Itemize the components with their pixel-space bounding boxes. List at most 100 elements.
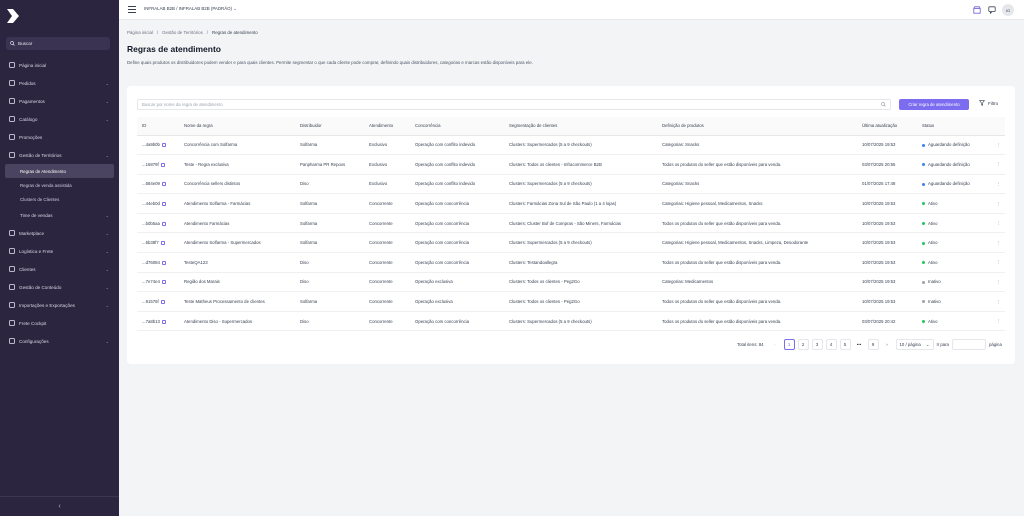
table-row[interactable]: ...16879f Teste - Regra exclusiva Panpharm… <box>137 154 1005 175</box>
copy-icon[interactable] <box>160 162 165 167</box>
org-selector[interactable]: INFRALAB B2B / INFRALAB B2B (PADRÃO) ⌄ <box>144 6 237 12</box>
table-cell: Clusters: Todos os clientes - Peg2Go <box>504 272 657 293</box>
sidebar-item[interactable]: Frete Cockpit <box>0 314 119 332</box>
table-row[interactable]: ...7e74e4 Região dos Marais Diso Concorrent… <box>137 272 1005 293</box>
page-size-select[interactable]: 10 / página ⌄ <box>895 339 934 350</box>
column-header: Definição de produtos <box>657 117 857 136</box>
breadcrumb-territorios[interactable]: Gestão de Territórios <box>162 30 203 35</box>
next-page-button[interactable]: › <box>882 339 893 350</box>
sidebar-item[interactable]: Marketplace ⌄ <box>0 224 119 242</box>
table-search-input[interactable]: Buscar por nome da regra de atendimento <box>137 99 891 110</box>
table-cell: ...16879f <box>137 154 179 175</box>
table-row[interactable]: ...7a8b13 Atendimento Diso - Supermercado… <box>137 311 1005 332</box>
rule-id: ...5b38f7 <box>142 240 159 246</box>
table-row[interactable]: ...5b38f7 Atendimento Solfarma - Supermer… <box>137 232 1005 254</box>
chat-icon[interactable] <box>987 6 996 15</box>
sidebar-item[interactable]: Página inicial <box>0 56 119 74</box>
table-row[interactable]: ...584e09 Concorrência sellers distintos D… <box>137 174 1005 195</box>
table-cell: Solfarma <box>295 291 364 312</box>
menu-icon[interactable] <box>128 6 136 13</box>
table-cell: Todos os produtos do seller que estão di… <box>657 252 857 273</box>
copy-icon[interactable] <box>161 201 166 206</box>
avatar[interactable]: IG <box>1002 4 1014 16</box>
copy-icon[interactable] <box>160 241 165 246</box>
more-options-button[interactable]: ⋮ <box>987 291 1005 312</box>
chevron-down-icon: ⌄ <box>105 303 109 308</box>
sidebar-item[interactable]: Gestão de Conteúdo ⌄ <box>0 278 119 296</box>
more-options-button[interactable]: ⋮ <box>987 272 1005 293</box>
more-options-button[interactable]: ⋮ <box>987 232 1005 254</box>
page-button[interactable]: 5 <box>839 339 851 350</box>
store-icon[interactable] <box>972 6 981 15</box>
copy-icon[interactable] <box>160 299 165 304</box>
sidebar-item[interactable]: Pedidos ⌄ <box>0 74 119 92</box>
total-items: Total itens: 84 <box>737 342 764 347</box>
table-cell: 10/07/2025 19:53 <box>857 135 917 156</box>
sidebar-item[interactable]: Clientes ⌄ <box>0 260 119 278</box>
more-options-button[interactable]: ⋮ <box>987 252 1005 273</box>
sidebar-item[interactable]: Configurações ⌄ <box>0 332 119 350</box>
home-icon <box>9 62 15 68</box>
more-options-button[interactable]: ⋮ <box>987 154 1005 175</box>
filter-button[interactable]: Filtro <box>979 100 998 106</box>
status-dot <box>922 222 925 226</box>
breadcrumb-home[interactable]: Página inicial <box>127 30 153 35</box>
sidebar-item[interactable]: Gestão de Territórios ⌄ <box>0 146 119 164</box>
sidebar-item[interactable]: Pagamentos ⌄ <box>0 92 119 110</box>
sidebar-item[interactable]: Time de vendas ⌄ <box>0 206 119 224</box>
goto-page-input[interactable] <box>951 339 986 350</box>
page-button[interactable]: 4 <box>825 339 837 350</box>
sidebar-item[interactable]: Catálogo ⌄ <box>0 110 119 128</box>
sidebar-item-icon <box>9 284 15 290</box>
chevron-down-icon: ⌄ <box>105 339 109 344</box>
table-cell: Clusters: Farmácias Zona Sul de São Paul… <box>504 193 657 214</box>
copy-icon[interactable] <box>161 319 166 324</box>
sidebar-item-label: Pedidos <box>19 80 36 86</box>
sidebar-subitem[interactable]: Regras de venda assistida <box>0 178 119 192</box>
sidebar-item[interactable]: Importações e Exportações ⌄ <box>0 296 119 314</box>
copy-icon[interactable] <box>161 221 166 226</box>
table-cell: Inativo <box>917 291 987 312</box>
column-header: Segmentação de clientes <box>504 117 657 136</box>
table-cell: Exclusivo <box>364 174 410 195</box>
table-body: ...4a9b0b Concorrência com Solfarma Solfar… <box>137 135 1005 332</box>
table-cell: Teste - Regra exclusiva <box>179 154 295 175</box>
copy-icon[interactable] <box>161 182 166 187</box>
more-options-button[interactable]: ⋮ <box>987 174 1005 195</box>
table-row[interactable]: ...91576f Teste Matheus Processamento de … <box>137 291 1005 312</box>
sidebar-item[interactable]: Logística e Frete ⌄ <box>0 242 119 260</box>
prev-page-button[interactable]: ‹ <box>770 339 781 350</box>
sidebar-subitem[interactable]: Clusters de Clientes <box>0 192 119 206</box>
sidebar-item-icon <box>9 338 15 344</box>
table-row[interactable]: ...44eb0d Atendimento Solfarma - Farmácia… <box>137 193 1005 214</box>
table-cell: Ativo <box>917 252 987 273</box>
table-cell: 10/07/2025 19:53 <box>857 213 917 234</box>
create-rule-button[interactable]: Criar regra de atendimento <box>899 99 969 110</box>
page-button[interactable]: 3 <box>811 339 823 350</box>
table-cell: Categorias: Snacks <box>657 174 857 195</box>
table-cell: Diso <box>295 272 364 293</box>
page-button[interactable]: ••• <box>854 339 865 350</box>
status-label: Inativo <box>928 279 941 285</box>
sidebar-search[interactable]: Buscar <box>6 37 110 50</box>
logo[interactable] <box>6 8 20 24</box>
more-options-button[interactable]: ⋮ <box>987 193 1005 214</box>
breadcrumb-current: Regras de atendimento <box>212 30 258 35</box>
page-button[interactable]: 9 <box>867 339 879 350</box>
copy-icon[interactable] <box>161 260 166 265</box>
page-button[interactable]: 1 <box>783 339 795 350</box>
table-row[interactable]: ...4a9b0b Concorrência com Solfarma Solfar… <box>137 135 1005 156</box>
table-row[interactable]: ...b0b5aa Atendimento Farmácias Solfarma Co… <box>137 213 1005 234</box>
copy-icon[interactable] <box>161 143 166 148</box>
sidebar-subitem[interactable]: Regras de Atendimento <box>5 164 114 178</box>
more-options-button[interactable]: ⋮ <box>987 213 1005 234</box>
search-icon[interactable] <box>881 102 886 107</box>
more-options-button[interactable]: ⋮ <box>987 311 1005 332</box>
page-button[interactable]: 2 <box>797 339 809 350</box>
collapse-sidebar-button[interactable]: ‹ <box>0 496 119 516</box>
table-row[interactable]: ...d76084 TesteQA123 Diso Concorrente Operaç… <box>137 252 1005 273</box>
sidebar-item[interactable]: Promoções <box>0 128 119 146</box>
copy-icon[interactable] <box>161 280 166 285</box>
more-options-button[interactable]: ⋮ <box>987 135 1005 156</box>
rule-id: ...584e09 <box>142 181 160 187</box>
